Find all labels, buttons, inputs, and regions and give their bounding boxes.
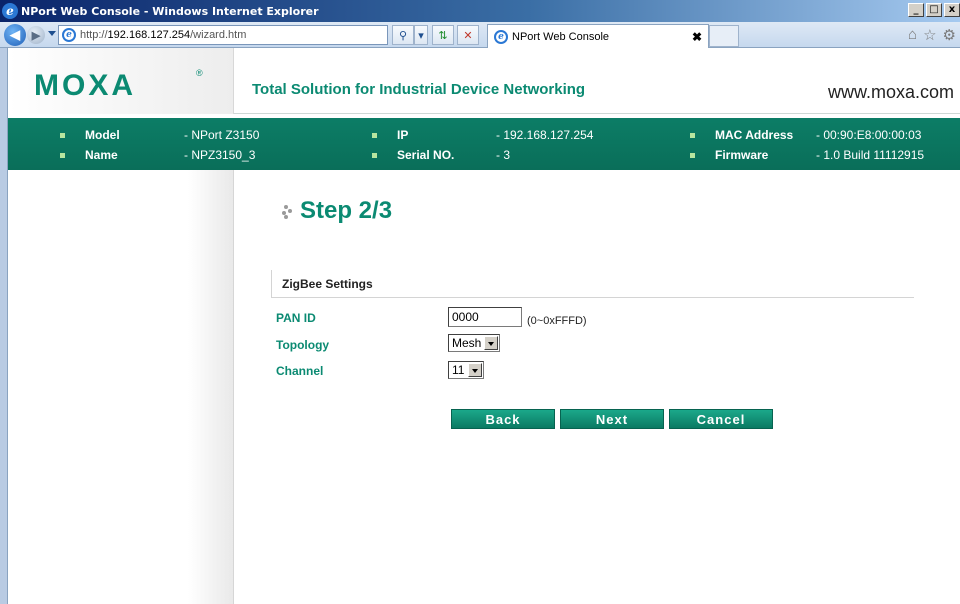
pan-id-label: PAN ID xyxy=(276,311,316,325)
step-heading: Step 2/3 xyxy=(282,197,392,225)
topology-label: Topology xyxy=(276,338,330,352)
history-dropdown-icon[interactable] xyxy=(48,31,56,36)
url-host: 192.168.127.254 xyxy=(107,29,191,41)
tab-title: NPort Web Console xyxy=(512,30,610,43)
website-link[interactable]: www.moxa.com xyxy=(828,82,954,103)
topology-select[interactable]: Mesh xyxy=(448,334,500,352)
url-prefix: http:// xyxy=(80,29,108,41)
browser-tools: ⌂ ☆ ⚙ xyxy=(908,26,956,44)
next-button[interactable]: Next xyxy=(560,409,664,429)
ie-logo-icon: e xyxy=(2,3,18,19)
info-name: Name xyxy=(60,148,118,162)
bullet-icon xyxy=(60,152,65,158)
name-label: Name xyxy=(85,148,118,162)
chevron-down-icon[interactable] xyxy=(484,336,498,350)
window-title: NPort Web Console - Windows Internet Exp… xyxy=(21,4,319,18)
mac-value: - 00:90:E8:00:00:03 xyxy=(816,128,922,142)
moxa-header: MOXA ® Total Solution for Industrial Dev… xyxy=(8,48,960,114)
ip-label: IP xyxy=(397,128,409,142)
tab-nport-web-console[interactable]: e NPort Web Console ✖ xyxy=(487,24,709,48)
info-ip: IP xyxy=(372,128,408,142)
bullet-icon xyxy=(60,132,65,138)
registered-mark: ® xyxy=(196,68,203,78)
refresh-icon[interactable]: ⇅ xyxy=(432,25,454,45)
pan-id-input[interactable] xyxy=(448,307,522,327)
channel-selected: 11 xyxy=(452,363,465,377)
topology-selected: Mesh xyxy=(452,336,482,350)
name-value: - NPZ3150_3 xyxy=(184,148,256,162)
bullet-icon xyxy=(372,132,377,138)
bullet-icon xyxy=(690,152,695,158)
page-icon: e xyxy=(62,28,76,42)
logo-area: MOXA ® xyxy=(8,48,234,114)
forward-arrow-icon[interactable]: ▶ xyxy=(27,26,45,44)
address-bar[interactable]: e http://192.168.127.254/wizard.htm xyxy=(58,25,388,45)
search-dropdown-icon[interactable]: ▾ xyxy=(414,25,428,45)
firmware-label: Firmware xyxy=(715,148,769,162)
url-path: /wizard.htm xyxy=(190,29,247,41)
left-menu-panel xyxy=(8,170,234,604)
step-dots-icon xyxy=(282,202,296,220)
close-tab-icon[interactable]: ✖ xyxy=(692,30,702,44)
tab-page-icon: e xyxy=(494,29,508,44)
info-serial: Serial NO. xyxy=(372,148,454,162)
bullet-icon xyxy=(372,152,377,158)
window-frame-left xyxy=(0,48,8,604)
device-info-bar: Model - NPort Z3150 Name - NPZ3150_3 IP … xyxy=(8,118,960,170)
back-button[interactable]: Back xyxy=(451,409,555,429)
home-icon[interactable]: ⌂ xyxy=(908,26,917,44)
model-label: Model xyxy=(85,128,120,142)
stop-icon[interactable]: ✕ xyxy=(457,25,479,45)
section-title: ZigBee Settings xyxy=(271,270,914,298)
close-window-button[interactable]: x xyxy=(944,3,960,17)
channel-label: Channel xyxy=(276,364,324,378)
mac-label: MAC Address xyxy=(715,128,794,142)
pan-id-hint: (0~0xFFFD) xyxy=(527,315,587,327)
tagline: Total Solution for Industrial Device Net… xyxy=(252,81,586,98)
favorites-star-icon[interactable]: ☆ xyxy=(923,26,936,44)
search-icon[interactable]: ⚲ xyxy=(392,25,414,45)
model-value: - NPort Z3150 xyxy=(184,128,260,142)
maximize-button[interactable]: □ xyxy=(926,3,942,17)
bullet-icon xyxy=(690,132,695,138)
info-mac: MAC Address xyxy=(690,128,793,142)
info-firmware: Firmware xyxy=(690,148,768,162)
gear-icon[interactable]: ⚙ xyxy=(943,26,956,44)
ip-value: - 192.168.127.254 xyxy=(496,128,594,142)
moxa-logo[interactable]: MOXA xyxy=(34,69,136,103)
firmware-value: - 1.0 Build 11112915 xyxy=(816,148,925,162)
serial-label: Serial NO. xyxy=(397,148,455,162)
cancel-button[interactable]: Cancel xyxy=(669,409,773,429)
minimize-button[interactable]: _ xyxy=(908,3,924,17)
step-title: Step 2/3 xyxy=(300,197,393,224)
back-arrow-icon[interactable]: ◀ xyxy=(4,24,26,46)
info-model: Model xyxy=(60,128,120,142)
channel-select[interactable]: 11 xyxy=(448,361,484,379)
new-tab-button[interactable] xyxy=(709,25,739,47)
browser-navbar: ◀ ▶ e http://192.168.127.254/wizard.htm … xyxy=(0,22,960,48)
serial-value: - 3 xyxy=(496,148,511,162)
window-titlebar: e NPort Web Console - Windows Internet E… xyxy=(0,0,960,22)
window-controls: _ □ x xyxy=(906,3,960,17)
chevron-down-icon[interactable] xyxy=(468,363,482,377)
